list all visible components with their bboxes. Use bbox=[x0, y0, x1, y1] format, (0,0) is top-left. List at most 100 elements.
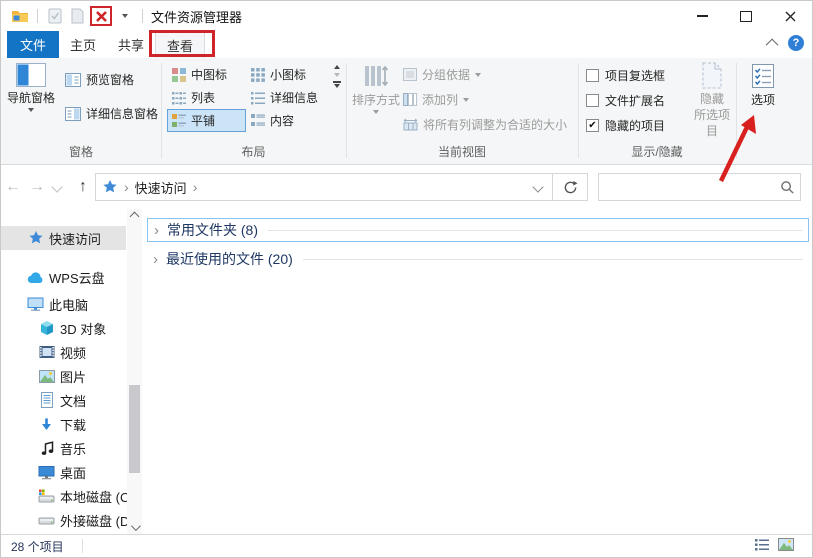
preview-pane-button[interactable]: 预览窗格 bbox=[65, 71, 134, 88]
disk-icon bbox=[38, 512, 55, 529]
divider bbox=[142, 9, 143, 23]
layout-option-details[interactable]: 详细信息 bbox=[246, 86, 325, 109]
sidebar-item-local-disk-c[interactable]: 本地磁盘 (C:) bbox=[1, 484, 137, 508]
back-button[interactable]: ← bbox=[1, 178, 25, 196]
dropdown-caret-icon bbox=[463, 97, 470, 102]
sidebar-item-music[interactable]: 音乐 bbox=[1, 436, 126, 460]
details-view-toggle-icon[interactable] bbox=[755, 538, 770, 554]
minimize-icon bbox=[696, 15, 708, 17]
tab-share[interactable]: 共享 bbox=[107, 31, 155, 58]
minimize-button[interactable] bbox=[680, 1, 724, 31]
medium-icons-icon bbox=[172, 67, 186, 82]
address-dropdown-button[interactable] bbox=[524, 174, 552, 200]
sidebar-item-quick-access[interactable]: 快速访问 bbox=[1, 226, 126, 250]
scroll-up-icon[interactable] bbox=[333, 65, 340, 69]
properties-icon[interactable] bbox=[46, 7, 64, 25]
preview-pane-icon bbox=[65, 72, 81, 87]
hide-selected-button[interactable]: 隐藏 所选项目 bbox=[689, 62, 735, 140]
chevron-right-icon[interactable]: › bbox=[153, 251, 158, 268]
file-extensions-checkbox[interactable] bbox=[586, 94, 599, 107]
recent-locations-icon[interactable] bbox=[49, 180, 65, 194]
hidden-items-checkbox[interactable] bbox=[586, 119, 599, 132]
sidebar-item-this-pc[interactable]: 此电脑 bbox=[1, 292, 126, 316]
window-title: 文件资源管理器 bbox=[151, 9, 243, 25]
music-note-icon bbox=[38, 440, 55, 457]
sidebar-item-downloads[interactable]: 下载 bbox=[1, 412, 126, 436]
sidebar-item-external-disk-d[interactable]: 外接磁盘 (D:) bbox=[1, 508, 137, 532]
sidebar-item-pictures[interactable]: 图片 bbox=[1, 364, 126, 388]
layout-option-small-icons[interactable]: 小图标 bbox=[246, 63, 325, 86]
thumbnail-view-toggle-icon[interactable] bbox=[778, 538, 794, 554]
hidden-items-row[interactable]: 隐藏的项目 bbox=[586, 117, 665, 134]
chevron-right-icon[interactable]: › bbox=[154, 222, 159, 239]
group-label-panes: 窗格 bbox=[68, 145, 93, 159]
download-arrow-icon bbox=[38, 416, 55, 433]
sidebar-item-desktop[interactable]: 桌面 bbox=[1, 460, 126, 484]
tab-view[interactable]: 查看 bbox=[149, 30, 216, 58]
forward-button[interactable]: → bbox=[25, 178, 49, 196]
new-folder-icon[interactable] bbox=[68, 7, 86, 25]
tab-file[interactable]: 文件 bbox=[7, 31, 59, 58]
breadcrumb-chevron-icon: › bbox=[192, 179, 198, 195]
group-header-frequent-folders[interactable]: › 常用文件夹 (8) bbox=[147, 218, 809, 242]
scrollbar-thumb[interactable] bbox=[129, 385, 140, 473]
sidebar-item-wps-cloud[interactable]: WPS云盘 bbox=[1, 265, 126, 289]
file-extensions-row[interactable]: 文件扩展名 bbox=[586, 92, 665, 109]
maximize-icon bbox=[740, 10, 752, 22]
group-label-layout: 布局 bbox=[241, 145, 266, 159]
sidebar-item-documents[interactable]: 文档 bbox=[1, 388, 126, 412]
breadcrumb[interactable]: › 快速访问 › bbox=[96, 178, 524, 197]
group-header-recent-files[interactable]: › 最近使用的文件 (20) bbox=[147, 247, 809, 271]
up-button[interactable]: ↑ bbox=[71, 178, 95, 196]
explorer-logo-icon bbox=[11, 7, 29, 25]
tab-home[interactable]: 主页 bbox=[59, 31, 107, 58]
layout-more-icon[interactable] bbox=[332, 81, 341, 88]
add-columns-button[interactable]: 添加列 bbox=[403, 91, 470, 108]
layout-option-list[interactable]: 列表 bbox=[167, 86, 246, 109]
scrollbar-down-icon[interactable] bbox=[127, 520, 142, 535]
layout-option-content[interactable]: 内容 bbox=[246, 109, 325, 132]
group-by-button[interactable]: 分组依据 bbox=[403, 66, 482, 83]
size-columns-button[interactable]: 将所有列调整为合适的大小 bbox=[403, 116, 567, 133]
help-icon[interactable] bbox=[788, 35, 804, 51]
divider bbox=[268, 229, 802, 231]
cube-icon bbox=[38, 320, 55, 337]
small-icons-icon bbox=[251, 67, 265, 82]
star-icon bbox=[27, 230, 44, 247]
sidebar-item-3d-objects[interactable]: 3D 对象 bbox=[1, 316, 126, 340]
address-bar[interactable]: › 快速访问 › bbox=[95, 173, 588, 201]
red-x-icon bbox=[95, 10, 107, 22]
hide-selected-icon bbox=[702, 62, 722, 89]
layout-option-medium-icons[interactable]: 中图标 bbox=[167, 63, 246, 86]
close-annotation-box bbox=[90, 6, 112, 26]
breadcrumb-item[interactable]: 快速访问 bbox=[135, 178, 187, 197]
search-box[interactable] bbox=[598, 173, 801, 201]
item-checkboxes-row[interactable]: 项目复选框 bbox=[586, 67, 665, 84]
item-checkboxes-checkbox[interactable] bbox=[586, 69, 599, 82]
refresh-button[interactable] bbox=[552, 174, 587, 200]
navigation-pane-button[interactable]: 导航窗格 bbox=[7, 63, 55, 112]
computer-icon bbox=[27, 296, 44, 313]
add-columns-icon bbox=[403, 93, 417, 106]
close-button[interactable] bbox=[768, 1, 812, 31]
layout-option-tiles[interactable]: 平铺 bbox=[167, 109, 246, 132]
sidebar-item-videos[interactable]: 视频 bbox=[1, 340, 126, 364]
breadcrumb-chevron-icon: › bbox=[124, 179, 129, 195]
search-icon[interactable] bbox=[774, 180, 800, 195]
sidebar-scrollbar[interactable] bbox=[127, 209, 142, 535]
details-pane-button[interactable]: 详细信息窗格 bbox=[65, 105, 158, 122]
layout-scroll-buttons bbox=[329, 65, 344, 88]
divider bbox=[81, 539, 83, 553]
status-bar: 28 个项目 bbox=[1, 534, 812, 557]
group-label-current-view: 当前视图 bbox=[437, 145, 486, 159]
maximize-button[interactable] bbox=[724, 1, 768, 31]
options-icon bbox=[752, 64, 774, 88]
sort-by-button[interactable]: 排序方式 bbox=[352, 63, 400, 114]
scroll-down-icon[interactable] bbox=[333, 73, 340, 77]
items-count: 28 个项目 bbox=[11, 539, 64, 554]
dropdown-caret-icon bbox=[28, 108, 34, 112]
search-input[interactable] bbox=[599, 174, 774, 200]
scrollbar-up-icon[interactable] bbox=[127, 209, 142, 224]
options-button[interactable]: 选项 bbox=[741, 63, 785, 108]
qat-dropdown-icon[interactable] bbox=[116, 7, 134, 25]
